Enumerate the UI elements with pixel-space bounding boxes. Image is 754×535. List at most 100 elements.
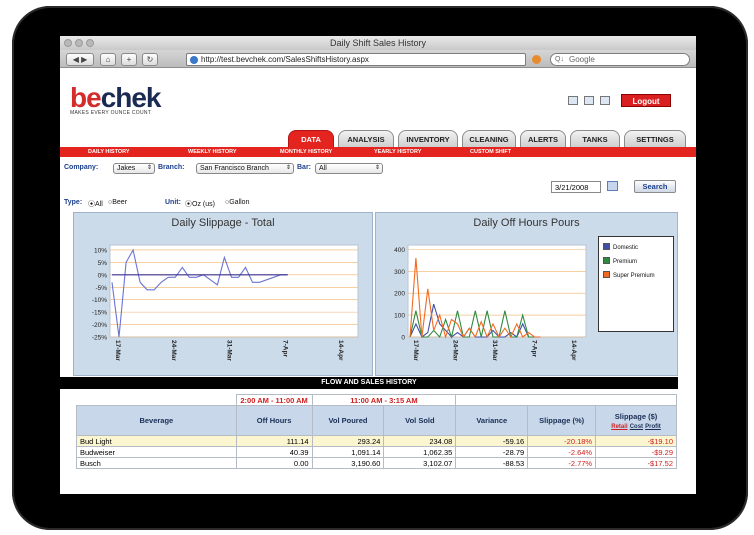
company-label: Company:	[64, 164, 99, 171]
slippage-pct-cell: -20.18%	[527, 435, 597, 447]
vol-sold-cell: 1,062.35	[383, 446, 457, 458]
select-arrow-icon: ⇕	[374, 165, 380, 171]
table-row[interactable]: Bud Light 111.14 293.24 234.08 -59.16 -2…	[76, 435, 677, 447]
chart-title: Daily Off Hours Pours	[473, 217, 580, 229]
col-vol-sold[interactable]: Vol Sold	[383, 405, 457, 436]
table-row[interactable]: Busch 0.00 3,190.60 3,102.07 -88.53 -2.7…	[76, 457, 677, 469]
rss-icon[interactable]	[532, 55, 541, 64]
globe-icon	[190, 56, 198, 64]
home-button[interactable]: ⌂	[100, 53, 116, 66]
zoom-window-button[interactable]	[86, 39, 94, 47]
col-beverage[interactable]: Beverage	[76, 405, 237, 436]
plot-area	[407, 244, 587, 338]
slippage-usd-cell: -$9.29	[595, 446, 677, 458]
y-tick-label: 400	[394, 247, 405, 254]
x-tick-label: 24-Mar	[452, 340, 459, 361]
col-vol-poured[interactable]: Vol Poured	[311, 405, 385, 436]
back-forward-buttons[interactable]: ◀ ▶	[66, 53, 94, 66]
minimize-window-button[interactable]	[75, 39, 83, 47]
on-hours-range: 11:00 AM - 3:15 AM	[311, 394, 457, 406]
logout-button[interactable]: Logout	[621, 94, 671, 107]
forward-arrow-icon[interactable]: ▶	[81, 55, 87, 64]
col-off-hours[interactable]: Off Hours	[235, 405, 313, 436]
off-hours-cell: 111.14	[235, 435, 313, 447]
window-titlebar: Daily Shift Sales History	[60, 36, 696, 50]
address-bar[interactable]: http://test.bevchek.com/SalesShiftsHisto…	[186, 53, 526, 66]
export-icon[interactable]	[568, 96, 578, 105]
branch-value: San Francisco Branch	[200, 165, 269, 172]
date-input[interactable]: 3/21/2008	[551, 181, 601, 193]
subnav-weekly-history[interactable]: WEEKLY HISTORY	[188, 147, 237, 157]
search-placeholder: Google	[569, 55, 595, 64]
beverage-cell: Bud Light	[76, 435, 237, 447]
table-row[interactable]: Budweiser 40.39 1,091.14 1,062.35 -28.79…	[76, 446, 677, 458]
tab-alerts[interactable]: ALERTS	[520, 130, 566, 147]
tab-inventory[interactable]: INVENTORY	[398, 130, 458, 147]
email-icon[interactable]	[584, 96, 594, 105]
subnav-daily-history[interactable]: DAILY HISTORY	[88, 147, 130, 157]
vol-poured-cell: 293.24	[311, 435, 385, 447]
y-tick-label: -10%	[92, 297, 107, 304]
retail-link[interactable]: Retail	[611, 424, 627, 430]
x-tick-label: 31-Mar	[226, 340, 233, 361]
profit-link[interactable]: Profit	[645, 424, 661, 430]
unit-label: Unit:	[165, 199, 181, 206]
unit-oz-radio[interactable]: ⦿Oz (us)	[185, 199, 215, 209]
off-hours-range: 2:00 AM - 11:00 AM	[235, 394, 313, 406]
sub-navigation: DAILY HISTORY WEEKLY HISTORY MONTHLY HIS…	[60, 147, 696, 157]
slippage-chart: 10% 5% 0% -5% -10% -15% -20% -25% 17-Mar 24-Mar 31…	[92, 244, 359, 361]
search-button[interactable]: Search	[634, 180, 676, 193]
col-slippage-pct[interactable]: Slippage (%)	[527, 405, 597, 436]
tagline: MAKES EVERY OUNCE COUNT	[70, 110, 152, 116]
time-range-row: 2:00 AM - 11:00 AM 11:00 AM - 3:15 AM	[76, 394, 677, 406]
subnav-custom-shift[interactable]: CUSTOM SHIFT	[470, 147, 511, 157]
y-tick-label: 300	[394, 269, 405, 276]
y-tick-label: -25%	[92, 335, 107, 342]
cost-link[interactable]: Cost	[630, 424, 643, 430]
x-tick-label: 24-Mar	[170, 340, 177, 361]
logo-suffix: chek	[100, 82, 162, 113]
flow-sales-table: 2:00 AM - 11:00 AM 11:00 AM - 3:15 AM Be…	[76, 394, 677, 469]
browser-window: Daily Shift Sales History ◀ ▶ ⌂ + ↻ http…	[60, 36, 696, 494]
tab-settings[interactable]: SETTINGS	[624, 130, 686, 147]
x-tick-label: 17-Mar	[412, 340, 419, 361]
tab-cleaning[interactable]: CLEANING	[462, 130, 516, 147]
tab-data[interactable]: DATA	[288, 130, 334, 147]
branch-label: Branch:	[158, 164, 185, 171]
slippage-usd-label: Slippage ($)	[614, 411, 658, 421]
x-tick-label: 14-Apr	[570, 340, 577, 361]
back-arrow-icon[interactable]: ◀	[73, 55, 79, 64]
legend-label: Super Premium	[613, 273, 655, 279]
y-tick-label: -20%	[92, 322, 107, 329]
company-select[interactable]: Jakes ⇕	[113, 163, 155, 174]
y-tick-label: -15%	[92, 310, 107, 317]
bar-select[interactable]: All ⇕	[315, 163, 383, 174]
home-icon: ⌂	[105, 55, 111, 64]
branch-select[interactable]: San Francisco Branch ⇕	[196, 163, 294, 174]
legend-label: Domestic	[613, 245, 639, 251]
subnav-monthly-history[interactable]: MONTHLY HISTORY	[280, 147, 332, 157]
vol-poured-cell: 1,091.14	[311, 446, 385, 458]
type-beer-radio[interactable]: ○Beer	[108, 199, 127, 206]
unit-gallon-radio[interactable]: ○Gallon	[225, 199, 249, 206]
tab-tanks[interactable]: TANKS	[570, 130, 620, 147]
calendar-icon[interactable]	[607, 181, 618, 191]
type-all-radio[interactable]: ⦿All	[88, 199, 103, 209]
off-hours-cell: 40.39	[235, 446, 313, 458]
google-search-field[interactable]: Q↓ Google	[550, 53, 690, 66]
close-window-button[interactable]	[64, 39, 72, 47]
reload-button[interactable]: ↻	[142, 53, 158, 66]
add-bookmark-button[interactable]: +	[121, 53, 137, 66]
vol-sold-cell: 234.08	[383, 435, 457, 447]
print-icon[interactable]	[600, 96, 610, 105]
y-tick-label: 200	[394, 291, 405, 298]
subnav-yearly-history[interactable]: YEARLY HISTORY	[374, 147, 421, 157]
logo-prefix: be	[70, 82, 102, 113]
col-variance[interactable]: Variance	[455, 405, 529, 436]
slippage-chart-panel: Daily Slippage - Total 10% 5% 0% -5% -10% -15…	[73, 212, 373, 376]
type-label: Type:	[64, 199, 83, 206]
y-tick-label: -5%	[95, 285, 107, 292]
tab-analysis[interactable]: ANALYSIS	[338, 130, 394, 147]
legend-swatch	[603, 243, 610, 250]
chart-legend: Domestic Premium Super Premium	[598, 236, 674, 332]
